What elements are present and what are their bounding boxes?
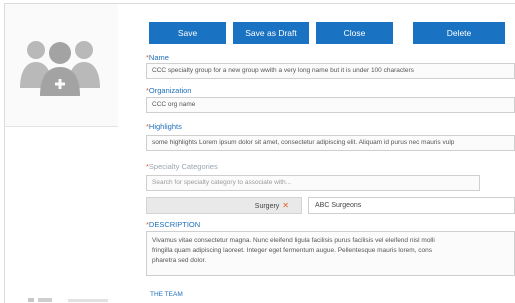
specialty-tag-chip: Surgery ✕ xyxy=(146,197,302,214)
avatar-divider xyxy=(5,126,118,127)
close-button[interactable]: Close xyxy=(316,22,393,44)
specialty-tag-row: Surgery ✕ ABC Surgeons xyxy=(146,197,515,214)
specialty-tag-value-field[interactable]: ABC Surgeons xyxy=(308,197,515,214)
description-line: Vivamus vitae consectetur magna. Nunc el… xyxy=(152,237,435,244)
remove-tag-icon[interactable]: ✕ xyxy=(282,201,289,210)
name-field[interactable]: CCC specialty group for a new group wwit… xyxy=(146,63,515,79)
highlights-field[interactable]: some highlights Lorem ipsum dolor sit am… xyxy=(146,135,515,151)
highlights-label-text: Highlights xyxy=(148,122,182,131)
description-label: *DESCRIPTION xyxy=(146,220,200,229)
specialty-category-search-input[interactable]: Search for specialty category to associa… xyxy=(146,175,480,191)
description-textarea[interactable]: Vivamus vitae consectetur magna. Nunc el… xyxy=(146,231,515,276)
partial-cutoff-text xyxy=(28,298,108,302)
save-as-draft-button[interactable]: Save as Draft xyxy=(233,22,309,44)
description-label-text: DESCRIPTION xyxy=(148,220,201,229)
edit-specialty-group-panel: Save Save as Draft Close Delete *Name CC… xyxy=(0,0,515,303)
specialty-tag-label: Surgery xyxy=(254,203,280,210)
description-line: pharetra sed dolor. xyxy=(152,257,207,264)
name-label-text: Name xyxy=(148,53,169,62)
description-line: fringilla quam adipiscing laoreet. Integ… xyxy=(152,247,433,254)
specialty-categories-label-text: Specialty Categories xyxy=(148,162,218,171)
organization-field[interactable]: CCC org name xyxy=(146,97,515,113)
organization-label: *Organization xyxy=(146,86,191,95)
save-button[interactable]: Save xyxy=(149,22,226,44)
group-users-icon xyxy=(20,41,100,96)
team-section-label: THE TEAM xyxy=(150,291,183,298)
specialty-categories-label: *Specialty Categories xyxy=(146,162,218,171)
delete-button[interactable]: Delete xyxy=(413,22,505,44)
organization-label-text: Organization xyxy=(148,86,192,95)
highlights-label: *Highlights xyxy=(146,122,182,131)
name-label: *Name xyxy=(146,53,169,62)
group-avatar-area xyxy=(5,4,118,126)
